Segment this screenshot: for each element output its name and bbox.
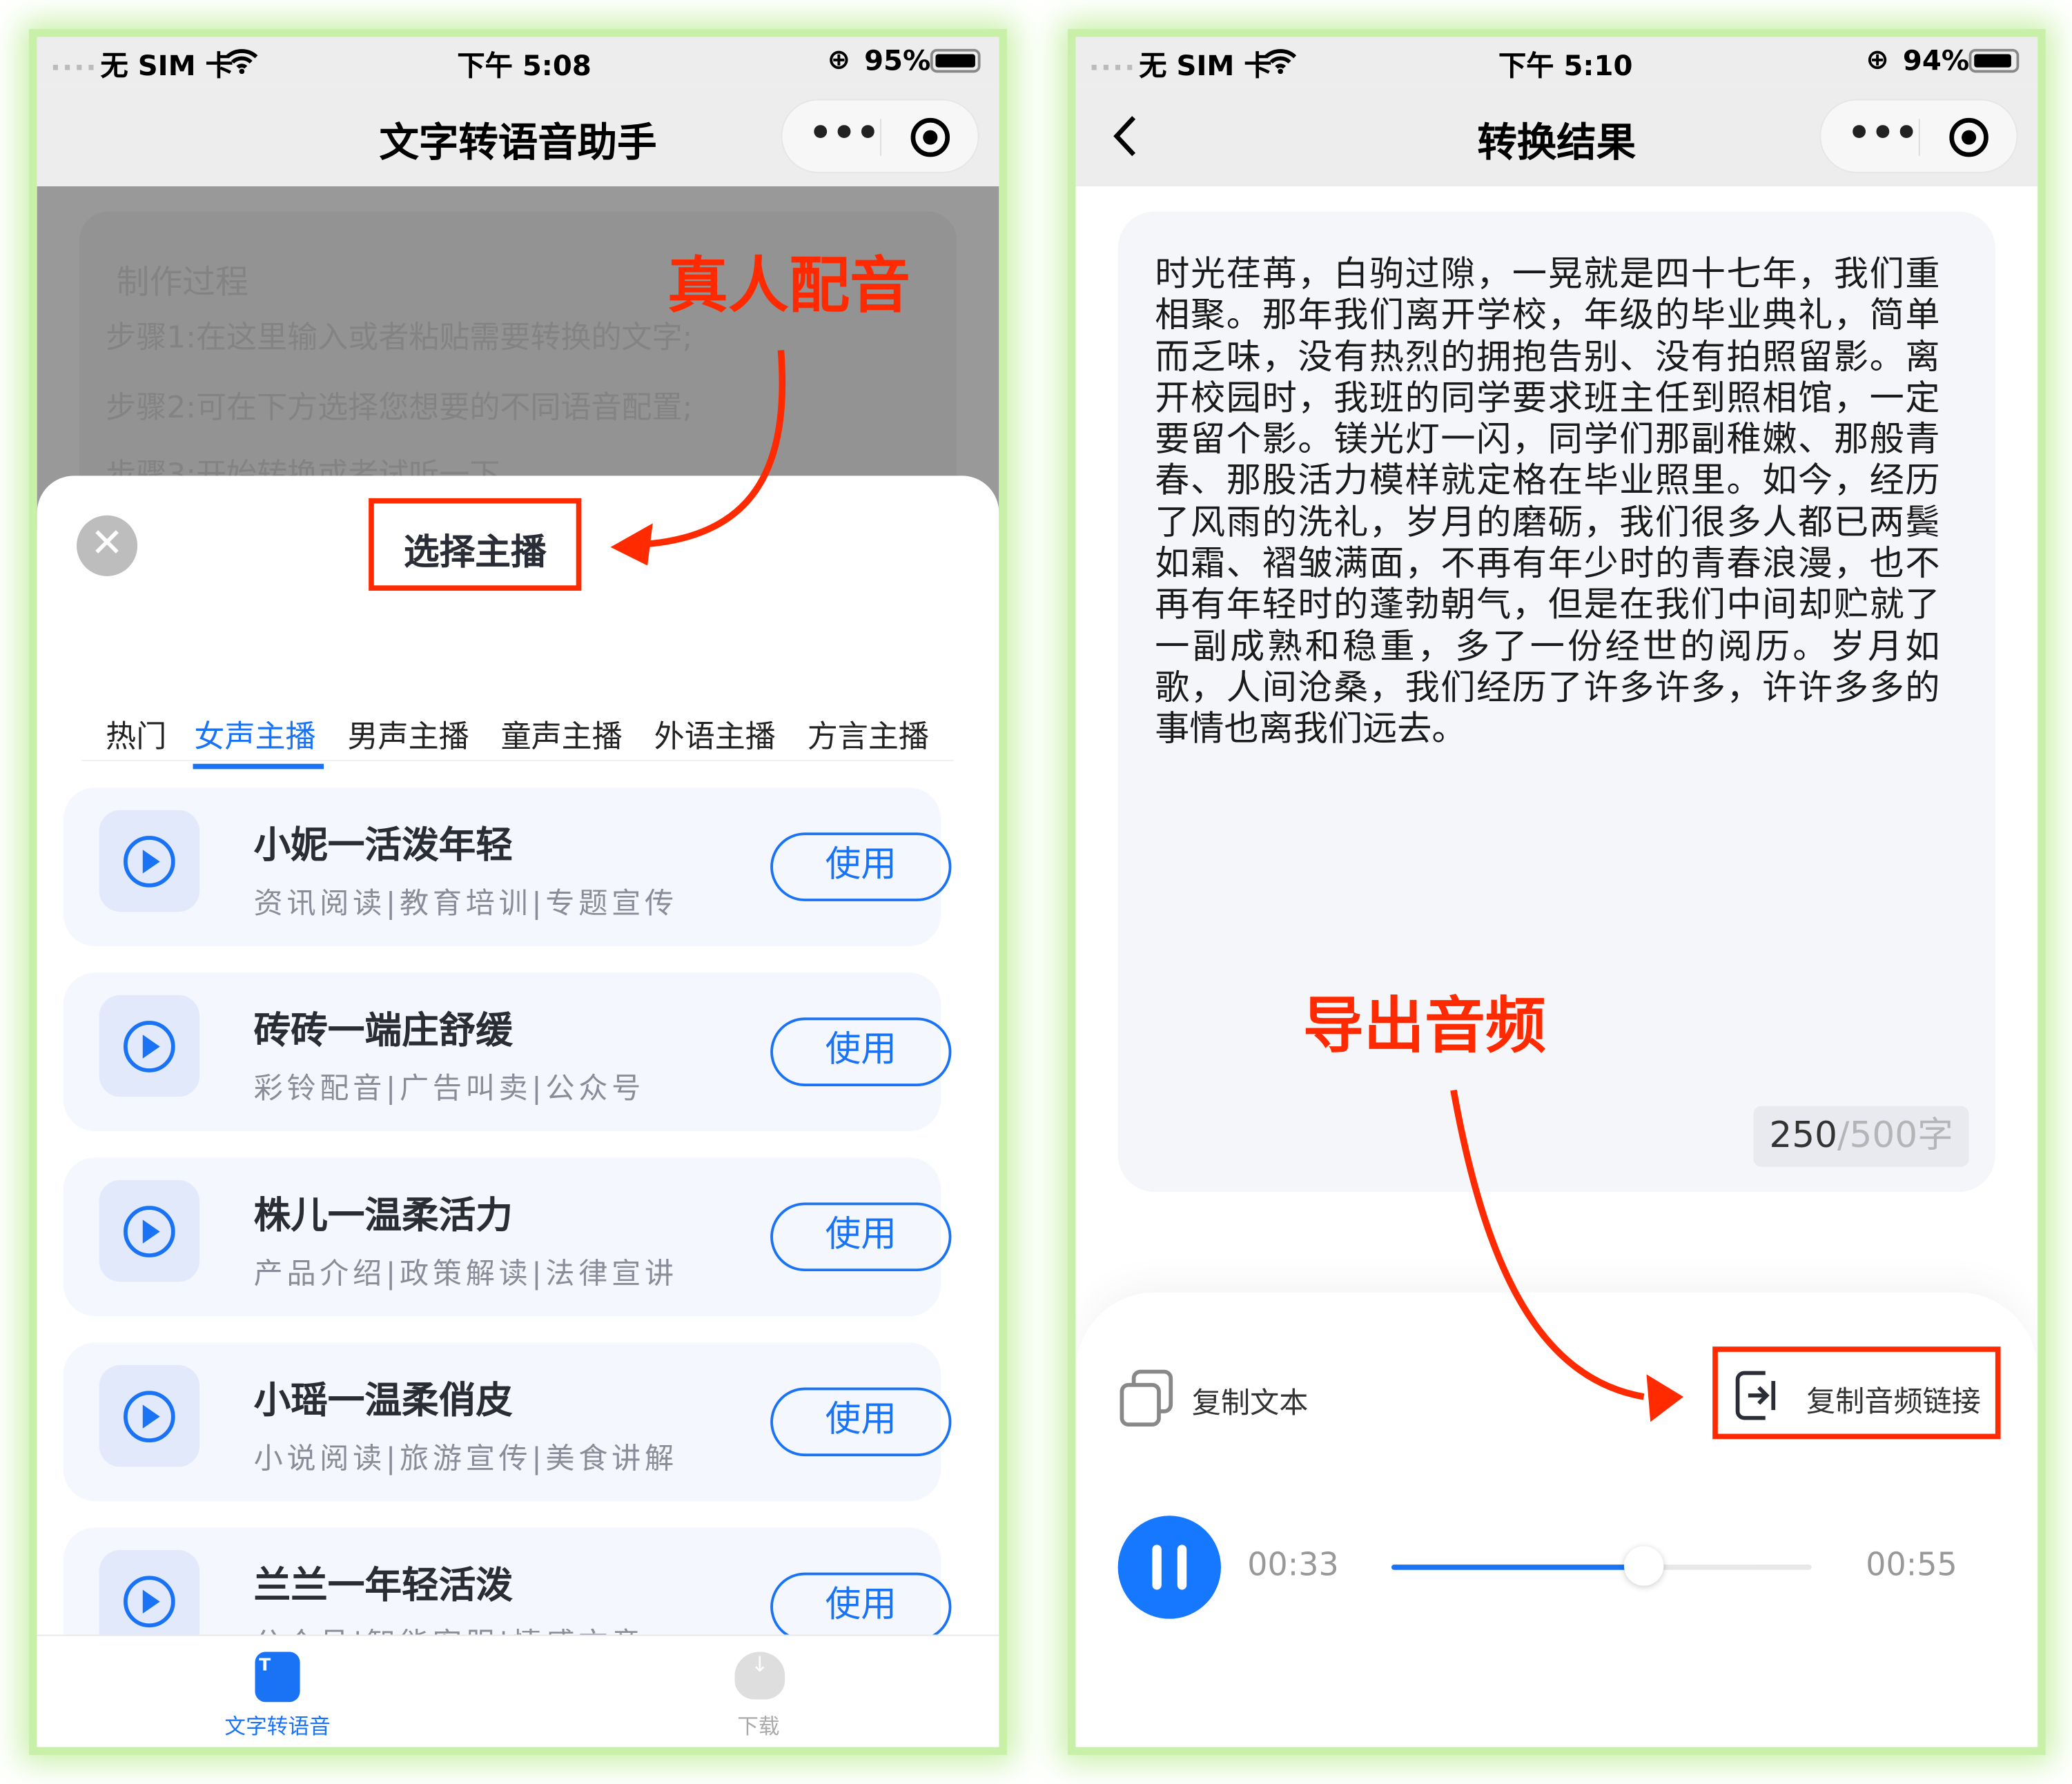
play-icon: [124, 836, 175, 888]
voice-name: 小瑶一温柔俏皮: [253, 1378, 513, 1422]
rotation-lock-icon: ⊕: [827, 43, 851, 76]
copy-text-button[interactable]: 复制文本: [1118, 1369, 1329, 1427]
voice-tags: 产品介绍|政策解读|法律宣讲: [253, 1257, 678, 1291]
tab-female[interactable]: 女声主播: [194, 711, 315, 756]
nav-bar: 转换结果 •••: [1075, 86, 2038, 186]
play-preview-button[interactable]: [99, 810, 200, 912]
total-time: 00:55: [1866, 1546, 1957, 1583]
close-miniprogram-icon[interactable]: [909, 117, 951, 159]
voice-card[interactable]: 砖砖一端庄舒缓 彩铃配音|广告叫卖|公众号 使用: [63, 972, 952, 1132]
voice-tags: 资讯阅读|教育培训|专题宣传: [253, 888, 678, 921]
tab-bar: T 文字转语音 ↓ 下载: [37, 1634, 999, 1747]
wifi-icon: [1264, 49, 1297, 75]
copy-text-label: 复制文本: [1191, 1387, 1309, 1421]
more-icon[interactable]: •••: [809, 111, 880, 155]
export-link-icon: [1735, 1371, 1776, 1420]
step-text: 步骤2:可在下方选择您想要的不同语音配置;: [106, 391, 693, 426]
annotation-label: 导出音频: [1302, 990, 1546, 1061]
tab-male[interactable]: 男声主播: [348, 711, 469, 756]
bottom-panel: 复制文本 复制音频链接 00:33 00:55: [1075, 1292, 2038, 1747]
tab-dialect[interactable]: 方言主播: [808, 711, 929, 756]
clock: 下午 5:08: [457, 50, 592, 82]
battery-icon: [1968, 48, 2020, 73]
battery-icon: [930, 48, 981, 73]
tab-foreign[interactable]: 外语主播: [654, 711, 776, 756]
step-text: 步骤1:在这里输入或者粘贴需要转换的文字;: [106, 321, 693, 356]
battery-percent: 94%: [1902, 45, 1970, 77]
instructions-heading: 制作过程: [116, 263, 248, 302]
mini-program-capsule: •••: [1819, 99, 2018, 173]
tabbar-label: 文字转语音: [224, 1714, 331, 1739]
voice-tags: 小说阅读|旅游宣传|美食讲解: [253, 1442, 678, 1476]
use-voice-button[interactable]: 使用: [770, 1202, 952, 1272]
play-icon: [124, 1391, 175, 1443]
status-bar: .... 无 SIM 卡 下午 5:08 ⊕ 95%: [37, 37, 999, 86]
tabbar-label: 下载: [737, 1714, 780, 1739]
nav-bar: 文字转语音助手 •••: [37, 86, 999, 186]
voice-name: 株儿一温柔活力: [253, 1193, 513, 1237]
use-voice-button[interactable]: 使用: [770, 1572, 952, 1642]
voice-name: 小妮一活泼年轻: [253, 823, 513, 868]
char-limit: /500字: [1837, 1115, 1953, 1157]
carrier-label: 无 SIM 卡: [1139, 50, 1272, 82]
annotation-label: 真人配音: [667, 249, 911, 322]
clock: 下午 5:10: [1498, 50, 1633, 82]
copy-audio-link-button[interactable]: 复制音频链接: [1734, 1369, 1998, 1422]
active-tab-indicator: [193, 763, 324, 770]
tab-child[interactable]: 童声主播: [501, 711, 623, 756]
play-preview-button[interactable]: [99, 1364, 200, 1467]
carrier-label: 无 SIM 卡: [100, 50, 233, 82]
progress-thumb[interactable]: [1623, 1546, 1663, 1586]
signal-icon: ....: [50, 45, 98, 77]
rotation-lock-icon: ⊕: [1866, 43, 1889, 76]
copy-audio-link-label: 复制音频链接: [1806, 1386, 1981, 1420]
char-count: 250: [1769, 1115, 1838, 1157]
voice-name: 砖砖一端庄舒缓: [253, 1008, 513, 1052]
pause-icon: [1152, 1545, 1162, 1590]
use-voice-button[interactable]: 使用: [770, 1387, 952, 1457]
close-button[interactable]: ✕: [77, 515, 138, 576]
right-phone-screen: .... 无 SIM 卡 下午 5:10 ⊕ 94% 转换结果 ••• 时光荏苒…: [1075, 37, 2038, 1747]
voice-name: 兰兰一年轻活泼: [253, 1563, 513, 1607]
progress-fill: [1391, 1565, 1644, 1570]
sheet-title: 选择主播: [403, 532, 547, 574]
voice-tags: 彩铃配音|广告叫卖|公众号: [253, 1072, 645, 1106]
play-icon: [124, 1206, 175, 1257]
voice-card[interactable]: 株儿一温柔活力 产品介绍|政策解读|法律宣讲 使用: [63, 1157, 952, 1317]
more-icon[interactable]: •••: [1847, 111, 1918, 155]
voice-card[interactable]: 小妮一活泼年轻 资讯阅读|教育培训|专题宣传 使用: [63, 787, 952, 946]
play-preview-button[interactable]: [99, 994, 200, 1097]
mini-program-capsule: •••: [781, 99, 979, 173]
current-time: 00:33: [1247, 1546, 1339, 1583]
play-preview-button[interactable]: [99, 1179, 200, 1282]
divider: [81, 760, 955, 761]
progress-slider[interactable]: [1391, 1546, 1812, 1586]
left-phone-screen: .... 无 SIM 卡 下午 5:08 ⊕ 95% 文字转语音助手 ••• 制…: [37, 37, 999, 1747]
copy-icon: [1120, 1369, 1173, 1427]
cloud-download-icon: ↓: [734, 1651, 785, 1700]
status-bar: .... 无 SIM 卡 下午 5:10 ⊕ 94%: [1075, 37, 2038, 86]
text-to-speech-icon: T: [255, 1651, 300, 1703]
converted-text[interactable]: 时光荏苒，白驹过隙，一晃就是四十七年，我们重相聚。那年我们离开学校，年级的毕业典…: [1155, 255, 1939, 752]
wifi-icon: [226, 49, 258, 75]
tabbar-text-to-speech[interactable]: T 文字转语音: [198, 1636, 357, 1747]
char-counter: 250/500字: [1753, 1106, 1969, 1167]
use-voice-button[interactable]: 使用: [770, 832, 952, 901]
play-icon: [124, 1576, 175, 1628]
voice-card[interactable]: 小瑶一温柔俏皮 小说阅读|旅游宣传|美食讲解 使用: [63, 1342, 952, 1502]
tabbar-download[interactable]: ↓ 下载: [679, 1636, 838, 1747]
pause-button[interactable]: [1117, 1516, 1221, 1619]
signal-icon: ....: [1088, 45, 1137, 77]
battery-percent: 95%: [864, 45, 931, 77]
use-voice-button[interactable]: 使用: [770, 1017, 952, 1086]
close-miniprogram-icon[interactable]: [1948, 117, 1990, 159]
result-text-card: 时光荏苒，白驹过隙，一晃就是四十七年，我们重相聚。那年我们离开学校，年级的毕业典…: [1117, 211, 1995, 1193]
tab-hot[interactable]: 热门: [106, 711, 166, 756]
play-icon: [124, 1021, 175, 1072]
